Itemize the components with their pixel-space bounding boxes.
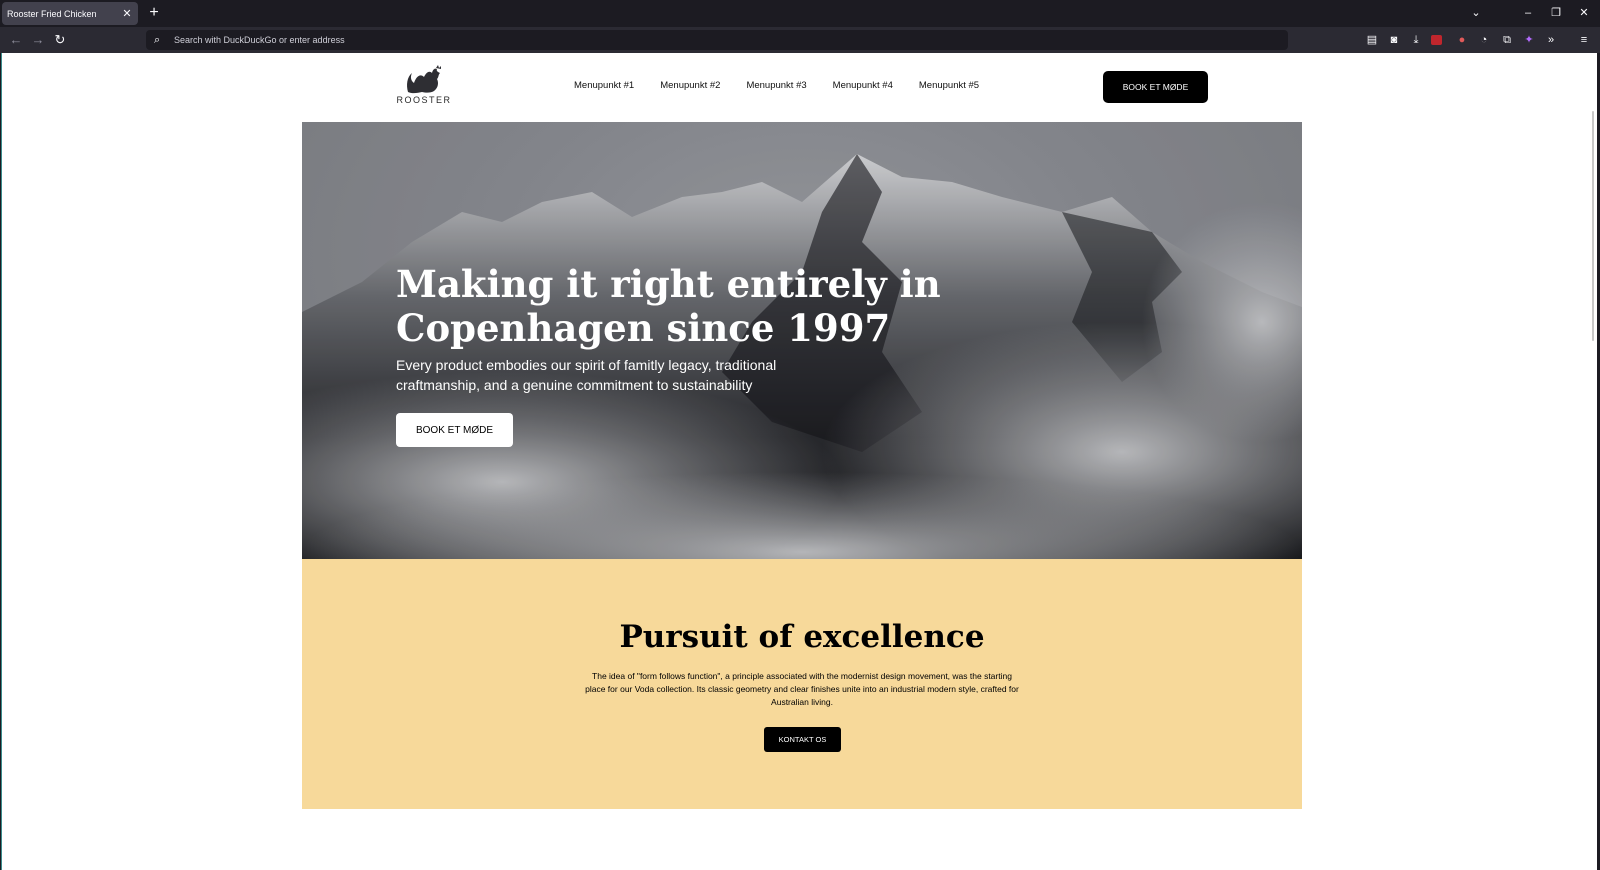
downloads-icon[interactable]: ⤓ [1408, 32, 1424, 48]
extension-record-icon[interactable]: ● [1454, 32, 1470, 48]
address-bar[interactable]: ⌕ [146, 30, 1288, 50]
section-title: Pursuit of excellence [619, 619, 985, 655]
reader-view-icon[interactable]: ▤ [1364, 32, 1380, 48]
menu-item-5[interactable]: Menupunkt #5 [919, 80, 979, 91]
hero-book-button[interactable]: BOOK ET MØDE [396, 413, 513, 447]
forward-icon[interactable]: → [28, 31, 48, 49]
minimize-icon[interactable]: – [1516, 4, 1540, 22]
close-tab-icon[interactable]: ✕ [119, 7, 135, 20]
main-menu: Menupunkt #1 Menupunkt #2 Menupunkt #3 M… [574, 80, 1005, 91]
app-menu-icon[interactable]: ≡ [1576, 32, 1592, 48]
menu-item-1[interactable]: Menupunkt #1 [574, 80, 634, 91]
rooster-icon [407, 65, 441, 94]
tab-title: Rooster Fried Chicken [7, 8, 97, 19]
back-icon[interactable]: ← [6, 31, 26, 49]
scrollbar[interactable] [1592, 111, 1594, 341]
menu-item-2[interactable]: Menupunkt #2 [660, 80, 720, 91]
extension-red-icon[interactable] [1431, 35, 1442, 45]
extension-sync-icon[interactable]: ◔ [1476, 32, 1492, 48]
page-viewport: ROOSTER Menupunkt #1 Menupunkt #2 Menupu… [1, 53, 1597, 870]
excellence-section: Pursuit of excellence The idea of "form … [302, 559, 1302, 809]
extension-purple-icon[interactable]: ✦ [1521, 32, 1537, 48]
rooster-logo[interactable]: ROOSTER [396, 65, 456, 107]
list-tabs-icon[interactable]: ⌄ [1464, 4, 1488, 22]
browser-tab[interactable]: Rooster Fried Chicken ✕ [2, 2, 138, 25]
navigation-toolbar: ← → ↻ ⌕ ▤ ◙ ⤓ ● ◔ ⧉ ✦ » ≡ [0, 27, 1600, 53]
hero-section: Making it right entirely in Copenhagen s… [302, 122, 1302, 559]
restore-icon[interactable]: ❐ [1544, 4, 1568, 22]
menu-item-3[interactable]: Menupunkt #3 [746, 80, 806, 91]
extensions-icon[interactable]: ⧉ [1499, 32, 1515, 48]
reload-icon[interactable]: ↻ [50, 31, 70, 49]
hero-subtitle: Every product embodies our spirit of fam… [396, 357, 777, 393]
contact-button[interactable]: KONTAKT OS [764, 727, 841, 752]
menu-item-4[interactable]: Menupunkt #4 [833, 80, 893, 91]
header-book-button[interactable]: BOOK ET MØDE [1103, 71, 1208, 103]
new-tab-button[interactable]: + [145, 3, 163, 23]
search-icon: ⌕ [154, 33, 161, 46]
pocket-icon[interactable]: ◙ [1386, 32, 1402, 48]
overflow-menu-icon[interactable]: » [1543, 32, 1559, 48]
tab-bar: Rooster Fried Chicken ✕ + ⌄ – ❐ ✕ [0, 0, 1600, 27]
hero-title: Making it right entirely in Copenhagen s… [396, 262, 941, 350]
address-input[interactable] [174, 35, 1274, 45]
logo-text: ROOSTER [396, 95, 452, 105]
section-body: The idea of "form follows function", a p… [585, 671, 1019, 707]
close-window-icon[interactable]: ✕ [1572, 4, 1596, 22]
